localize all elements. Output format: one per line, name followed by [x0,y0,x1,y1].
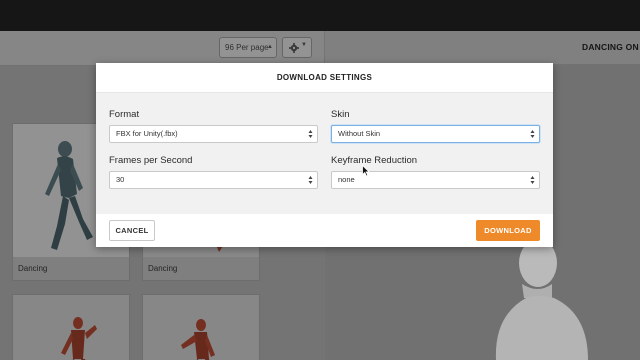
skin-select[interactable]: Without Skin [331,125,540,143]
skin-value: Without Skin [338,129,381,138]
dialog-footer: CANCEL DOWNLOAD [96,214,553,247]
select-arrows-icon [308,176,313,184]
select-arrows-icon [530,176,535,184]
fps-select[interactable]: 30 [109,171,318,189]
format-label: Format [109,109,140,120]
keyframe-reduction-value: none [338,175,355,184]
format-value: FBX for Unity(.fbx) [116,129,178,138]
download-button[interactable]: DOWNLOAD [476,220,540,241]
format-select[interactable]: FBX for Unity(.fbx) [109,125,318,143]
download-settings-dialog: DOWNLOAD SETTINGS Format FBX for Unity(.… [96,63,553,247]
skin-label: Skin [331,109,350,120]
mouse-cursor-icon [362,165,370,177]
dialog-body: Format FBX for Unity(.fbx) Skin Without … [96,93,553,214]
select-arrows-icon [308,130,313,138]
fps-label: Frames per Second [109,155,193,166]
cancel-button[interactable]: CANCEL [109,220,155,241]
fps-value: 30 [116,175,125,184]
select-arrows-icon [530,130,535,138]
dialog-title: DOWNLOAD SETTINGS [96,63,553,93]
keyframe-reduction-label: Keyframe Reduction [331,155,418,166]
